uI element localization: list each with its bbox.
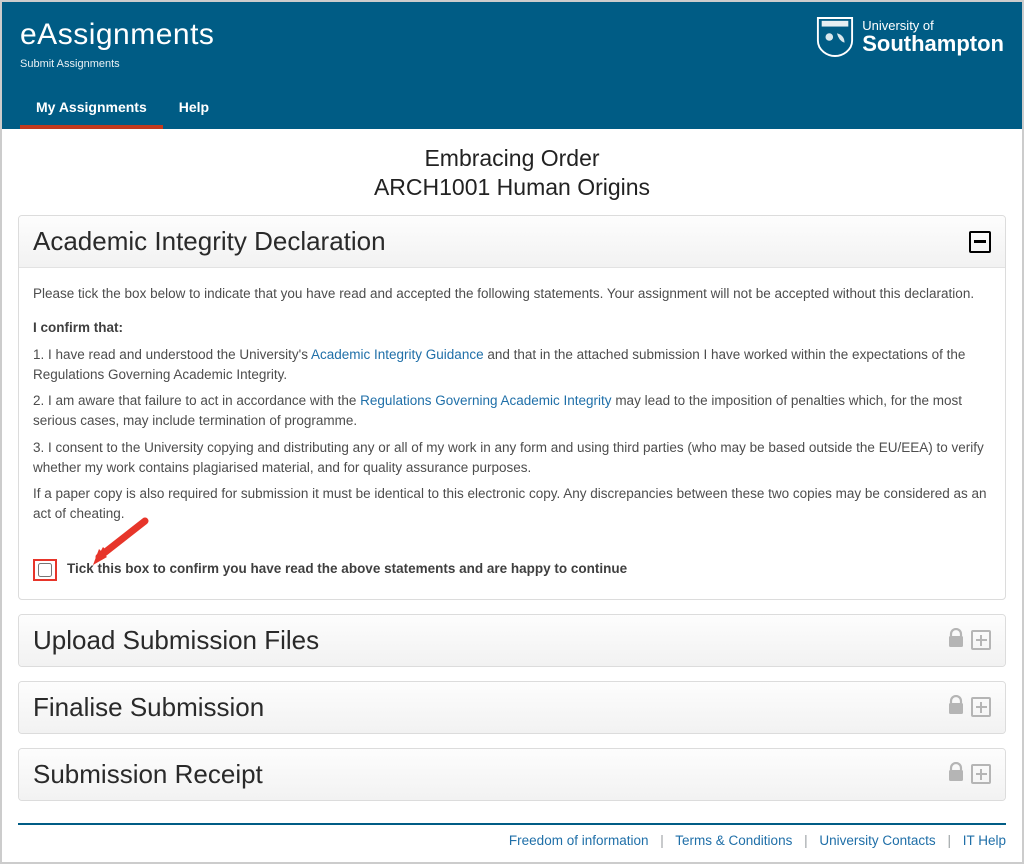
integrity-intro: Please tick the box below to indicate th… — [33, 284, 991, 304]
footer-sep: | — [947, 833, 951, 848]
confirm-checkbox[interactable] — [38, 563, 52, 577]
panel-integrity: Academic Integrity Declaration Please ti… — [18, 215, 1006, 600]
integrity-paper-note: If a paper copy is also required for sub… — [33, 484, 991, 525]
link-regulations-academic-integrity[interactable]: Regulations Governing Academic Integrity — [360, 393, 611, 408]
link-academic-integrity-guidance[interactable]: Academic Integrity Guidance — [311, 347, 484, 362]
primary-tabs: My Assignments Help — [20, 90, 1004, 129]
assignment-title: Embracing Order — [18, 145, 1006, 172]
submit-assignments-link[interactable]: Submit Assignments — [20, 58, 120, 70]
footer-link-ithelp[interactable]: IT Help — [963, 833, 1006, 848]
footer-sep: | — [660, 833, 664, 848]
confirm-checkbox-highlight — [33, 559, 57, 581]
lock-icon — [947, 695, 965, 720]
footer-sep: | — [804, 833, 808, 848]
footer: Freedom of information | Terms & Conditi… — [18, 823, 1006, 862]
panel-integrity-title: Academic Integrity Declaration — [33, 226, 386, 257]
footer-link-foi[interactable]: Freedom of information — [509, 833, 649, 848]
tab-my-assignments[interactable]: My Assignments — [20, 90, 163, 129]
confirm-row: Tick this box to confirm you have read t… — [33, 559, 991, 581]
university-logo: University of Southampton — [816, 16, 1004, 58]
integrity-item-2: 2. I am aware that failure to act in acc… — [33, 391, 991, 432]
panel-upload: Upload Submission Files — [18, 614, 1006, 667]
integrity-item-1: 1. I have read and understood the Univer… — [33, 345, 991, 386]
footer-link-terms[interactable]: Terms & Conditions — [675, 833, 792, 848]
panel-receipt-title: Submission Receipt — [33, 759, 263, 790]
panel-finalise: Finalise Submission — [18, 681, 1006, 734]
university-name: University of Southampton — [862, 19, 1004, 56]
expand-icon — [971, 630, 991, 650]
expand-icon — [971, 697, 991, 717]
panel-upload-title: Upload Submission Files — [33, 625, 319, 656]
panel-integrity-header[interactable]: Academic Integrity Declaration — [19, 216, 1005, 268]
panel-receipt-header[interactable]: Submission Receipt — [19, 749, 1005, 800]
footer-link-contacts[interactable]: University Contacts — [819, 833, 935, 848]
site-header: eAssignments Submit Assignments Universi… — [2, 2, 1022, 129]
confirm-heading: I confirm that: — [33, 318, 991, 338]
panel-receipt: Submission Receipt — [18, 748, 1006, 801]
confirm-checkbox-label[interactable]: Tick this box to confirm you have read t… — [67, 559, 627, 579]
lock-icon — [947, 762, 965, 787]
panel-finalise-header[interactable]: Finalise Submission — [19, 682, 1005, 733]
collapse-icon — [969, 231, 991, 253]
panel-finalise-title: Finalise Submission — [33, 692, 264, 723]
expand-icon — [971, 764, 991, 784]
tab-help[interactable]: Help — [163, 90, 225, 129]
panel-upload-header[interactable]: Upload Submission Files — [19, 615, 1005, 666]
lock-icon — [947, 628, 965, 653]
integrity-item-3: 3. I consent to the University copying a… — [33, 438, 991, 479]
panel-integrity-body: Please tick the box below to indicate th… — [19, 268, 1005, 599]
course-code: ARCH1001 Human Origins — [18, 174, 1006, 201]
crest-icon — [816, 16, 854, 58]
